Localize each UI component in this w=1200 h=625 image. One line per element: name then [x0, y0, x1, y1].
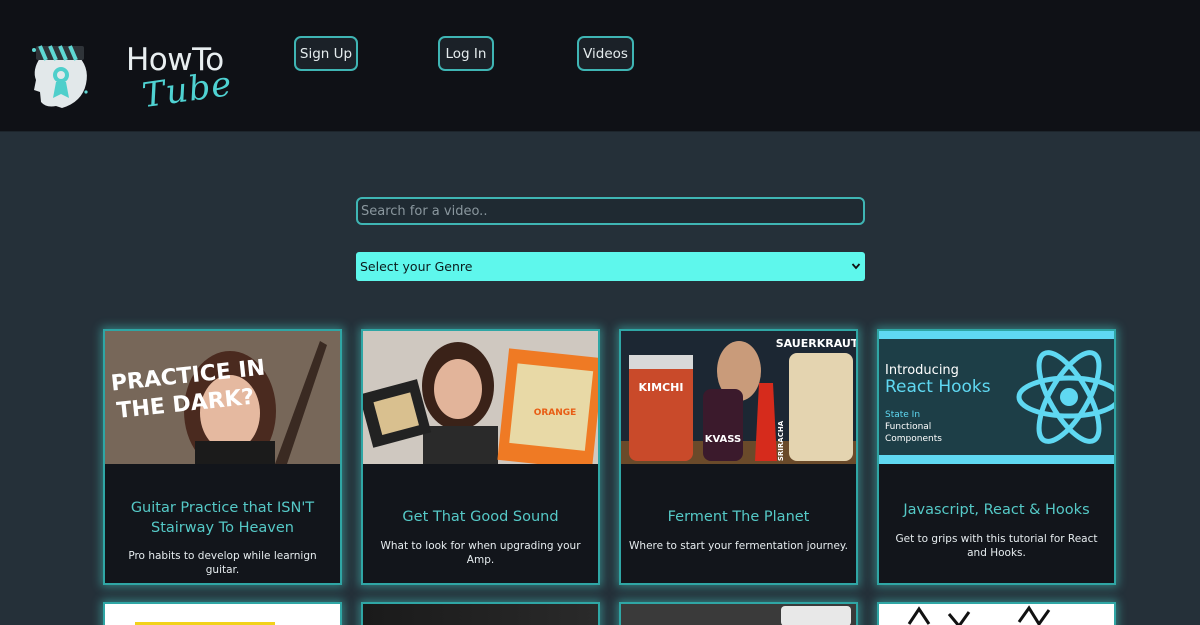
video-card[interactable]: KIMCHI KVASS SRIRACHA SAUERKRAUT Ferment…: [619, 329, 858, 585]
video-card[interactable]: ORANGE Get That Good Sound What to look …: [361, 329, 600, 585]
thumb-text-line5: Components: [885, 434, 942, 444]
video-title[interactable]: Ferment The Planet: [627, 507, 850, 527]
video-card[interactable]: [619, 602, 858, 625]
video-thumbnail[interactable]: KIMCHI KVASS SRIRACHA SAUERKRAUT: [621, 331, 856, 464]
video-title[interactable]: Get That Good Sound: [369, 507, 592, 527]
video-thumbnail[interactable]: ORANGE: [363, 331, 598, 464]
genre-select[interactable]: Select your Genre: [356, 252, 865, 281]
thumb-label-kvass: KVASS: [705, 434, 742, 445]
video-thumbnail[interactable]: Introducing React Hooks State In Functio…: [879, 331, 1114, 464]
video-description: Where to start your fermentation journey…: [629, 540, 848, 552]
thumb-text-line3: State In: [885, 410, 920, 420]
thumb-text-line1: Introducing: [885, 363, 959, 378]
chevron-down-icon: [851, 263, 861, 270]
signup-button[interactable]: Sign Up: [294, 36, 358, 71]
login-button[interactable]: Log In: [438, 36, 494, 71]
thumb-text-line2: React Hooks: [885, 377, 991, 397]
site-header: HowTo Tube Sign Up Log In Videos: [0, 0, 1200, 132]
video-card[interactable]: [877, 602, 1116, 625]
thumb-label-kimchi: KIMCHI: [639, 381, 684, 394]
video-description: What to look for when upgrading your Amp…: [380, 540, 581, 566]
video-card[interactable]: PRACTICE IN THE DARK? Guitar Practice th…: [103, 329, 342, 585]
video-description: Pro habits to develop while learnign gui…: [128, 550, 317, 576]
video-thumbnail[interactable]: [363, 604, 598, 625]
thumb-label-sriracha: SRIRACHA: [777, 420, 785, 461]
video-card[interactable]: [361, 602, 600, 625]
brand-logo[interactable]: HowTo Tube: [124, 40, 244, 116]
video-title[interactable]: Guitar Practice that ISN'T Stairway To H…: [111, 498, 334, 538]
video-description: Get to grips with this tutorial for Reac…: [895, 533, 1098, 559]
search-input[interactable]: Search for a video..: [356, 197, 865, 225]
video-title[interactable]: Javascript, React & Hooks: [885, 500, 1108, 520]
film-head-logo-icon[interactable]: [26, 40, 92, 112]
video-card[interactable]: [103, 602, 342, 625]
video-thumbnail[interactable]: [879, 604, 1114, 625]
videos-button[interactable]: Videos: [577, 36, 634, 71]
video-thumbnail[interactable]: [781, 606, 851, 625]
video-thumbnail[interactable]: PRACTICE IN THE DARK?: [105, 331, 340, 464]
genre-selected-value: Select your Genre: [360, 259, 473, 274]
video-card[interactable]: Introducing React Hooks State In Functio…: [877, 329, 1116, 585]
thumb-text-line4: Functional: [885, 422, 931, 432]
search-placeholder: Search for a video..: [361, 203, 488, 219]
thumb-label-sauerkraut: SAUERKRAUT: [776, 337, 856, 350]
thumb-text-line1: ORANGE: [534, 408, 577, 418]
